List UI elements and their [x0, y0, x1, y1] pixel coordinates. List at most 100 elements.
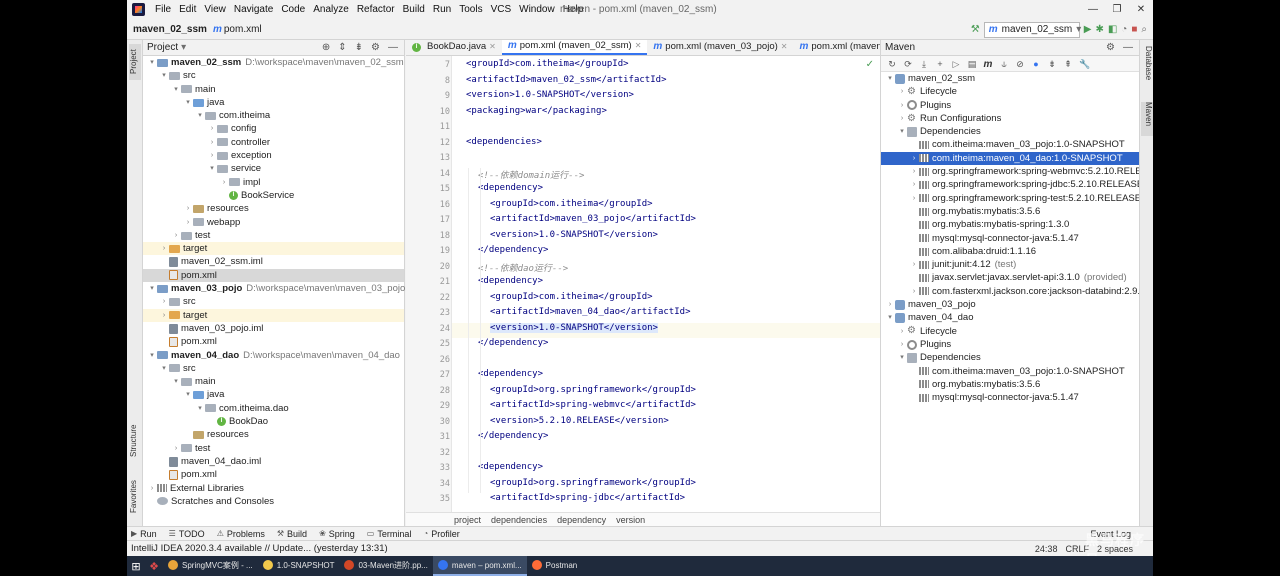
- menu-refactor[interactable]: Refactor: [353, 0, 399, 19]
- project-tree-item[interactable]: › target: [143, 242, 404, 256]
- chevron-right-icon[interactable]: ›: [159, 309, 169, 322]
- project-tree-item[interactable]: maven_04_dao.iml: [143, 455, 404, 468]
- project-tree-item[interactable]: › test: [143, 229, 404, 242]
- chevron-right-icon[interactable]: ›: [183, 202, 193, 215]
- menu-vcs[interactable]: VCS: [487, 0, 516, 19]
- hide-icon[interactable]: —: [388, 42, 398, 53]
- expand-all-icon[interactable]: ⇞: [1063, 59, 1073, 69]
- project-tree-item[interactable]: maven_02_ssm.iml: [143, 255, 404, 268]
- chevron-right-icon[interactable]: ›: [909, 165, 919, 178]
- project-tree-item[interactable]: › exception: [143, 149, 404, 162]
- close-tab-icon[interactable]: ✕: [489, 40, 496, 55]
- project-tree-item[interactable]: ▾ maven_02_ssm D:\workspace\maven\maven_02…: [143, 56, 404, 69]
- menu-code[interactable]: Code: [277, 0, 309, 19]
- chevron-right-icon[interactable]: ›: [897, 99, 907, 112]
- chevron-right-icon[interactable]: ›: [159, 242, 169, 255]
- project-tree-item[interactable]: Scratches and Consoles: [143, 495, 404, 508]
- chevron-down-icon[interactable]: ▾: [181, 42, 186, 53]
- project-tree-item[interactable]: ▾ com.itheima: [143, 109, 404, 122]
- project-tree-item[interactable]: › resources: [143, 202, 404, 215]
- chevron-down-icon[interactable]: ▾: [897, 125, 907, 138]
- chevron-right-icon[interactable]: ›: [897, 338, 907, 351]
- tool-window-problems[interactable]: ⚠ Problems: [213, 529, 273, 539]
- maven-tree-item[interactable]: com.alibaba:druid:1.1.16: [881, 245, 1139, 258]
- hide-icon[interactable]: —: [1123, 42, 1133, 53]
- code-line[interactable]: <artifactId>spring-webmvc</artifactId>: [490, 400, 696, 410]
- chevron-down-icon[interactable]: ▾: [159, 362, 169, 375]
- project-tree-item[interactable]: resources: [143, 428, 404, 441]
- chevron-right-icon[interactable]: ›: [207, 149, 217, 162]
- maven-tree-item[interactable]: ▾ maven_02_ssm: [881, 72, 1139, 85]
- code-line[interactable]: <groupId>com.itheima</groupId>: [490, 292, 653, 302]
- expand-all-icon[interactable]: ⇕: [338, 42, 346, 53]
- database-tool-tab[interactable]: Database: [1141, 46, 1153, 96]
- chevron-right-icon[interactable]: ›: [207, 122, 217, 135]
- stop-icon[interactable]: ■: [1131, 24, 1137, 35]
- download-icon[interactable]: ⤓: [919, 59, 929, 69]
- editor-tab[interactable]: m pom.xml (maven_02_ssm) ✕: [501, 40, 648, 55]
- maven-tree-item[interactable]: com.itheima:maven_03_pojo:1.0-SNAPSHOT: [881, 365, 1139, 378]
- menu-window[interactable]: Window: [515, 0, 559, 19]
- code-line[interactable]: <dependency>: [478, 276, 543, 286]
- taskbar-app[interactable]: 1.0-SNAPSHOT: [258, 556, 340, 576]
- maven-tree-item[interactable]: › org.springframework:spring-jdbc:5.2.10.…: [881, 178, 1143, 191]
- close-tab-icon[interactable]: ✕: [781, 40, 788, 55]
- maven-tree-item[interactable]: › Plugins: [881, 99, 1139, 112]
- maven-tree-item[interactable]: ▾ maven_04_dao: [881, 311, 1139, 324]
- project-tree-item[interactable]: pom.xml: [143, 468, 404, 481]
- skip-tests-icon[interactable]: ⊘: [1015, 59, 1025, 69]
- build-hammer-icon[interactable]: ⚒: [971, 24, 980, 35]
- menu-file[interactable]: File: [151, 0, 175, 19]
- project-tree-item[interactable]: ▾ service: [143, 162, 404, 175]
- menu-tools[interactable]: Tools: [455, 0, 486, 19]
- close-icon[interactable]: ✕: [1129, 0, 1153, 19]
- code-line[interactable]: </dependency>: [478, 245, 548, 255]
- maven-tree-item[interactable]: › ⚙ Lifecycle: [881, 85, 1139, 98]
- tool-window-build[interactable]: ⚒ Build: [273, 529, 315, 539]
- collapse-all-icon[interactable]: ⇟: [355, 42, 363, 53]
- maven-tool-tab[interactable]: Maven: [1141, 102, 1153, 136]
- run-goal-icon[interactable]: ▷: [951, 59, 961, 69]
- code-area[interactable]: ✓ 7 <groupId>com.itheima</groupId> 8 <artif…: [406, 56, 880, 512]
- code-line[interactable]: <version>5.2.10.RELEASE</version>: [490, 416, 669, 426]
- xml-breadcrumb[interactable]: project: [454, 515, 481, 525]
- gear-icon[interactable]: ⚙: [371, 42, 380, 53]
- chevron-down-icon[interactable]: ▾: [147, 349, 157, 362]
- chevron-down-icon[interactable]: ▾: [195, 109, 205, 122]
- collapse-all-icon[interactable]: ⇟: [1047, 59, 1057, 69]
- code-line[interactable]: <groupId>org.springframework</groupId>: [490, 478, 696, 488]
- code-line[interactable]: <dependencies>: [466, 137, 542, 147]
- close-tab-icon[interactable]: ✕: [635, 40, 642, 54]
- maven-tree-item[interactable]: › com.fasterxml.jackson.core:jackson-data…: [881, 285, 1146, 298]
- maven-goal-icon[interactable]: m: [983, 59, 993, 69]
- project-tree-item[interactable]: › impl: [143, 176, 404, 189]
- add-icon[interactable]: +: [935, 59, 945, 69]
- caret-position[interactable]: 24:38: [1035, 541, 1058, 556]
- maven-tree-item[interactable]: org.mybatis:mybatis:3.5.6: [881, 205, 1139, 218]
- project-tree-item[interactable]: ▾ java: [143, 388, 404, 401]
- code-line[interactable]: <version>1.0-SNAPSHOT</version>: [490, 230, 658, 240]
- chevron-right-icon[interactable]: ›: [909, 178, 919, 191]
- editor-tab[interactable]: I BookDao.java ✕: [406, 40, 502, 55]
- menu-analyze[interactable]: Analyze: [309, 0, 353, 19]
- project-tree-item[interactable]: ▾ maven_03_pojo D:\workspace\maven\maven_0…: [143, 282, 405, 295]
- code-line[interactable]: <artifactId>maven_03_pojo</artifactId>: [490, 214, 696, 224]
- tool-window-spring[interactable]: ❀ Spring: [315, 529, 363, 539]
- code-line[interactable]: <version>1.0-SNAPSHOT</version>: [490, 322, 658, 333]
- project-tree-item[interactable]: › External Libraries: [143, 482, 404, 495]
- project-tree-item[interactable]: pom.xml: [143, 268, 404, 283]
- code-line[interactable]: <dependency>: [478, 183, 543, 193]
- tool-window-todo[interactable]: ☰ TODO: [165, 529, 213, 539]
- project-tree-item[interactable]: ▾ com.itheima.dao: [143, 402, 404, 415]
- taskbar-app[interactable]: SpringMVC案例 - ...: [163, 556, 258, 576]
- xml-breadcrumb[interactable]: version: [616, 515, 645, 525]
- project-tree-item[interactable]: › test: [143, 442, 404, 455]
- run-icon[interactable]: ▶: [1084, 24, 1092, 35]
- xml-breadcrumb[interactable]: dependencies: [491, 515, 547, 525]
- maven-tree-item[interactable]: ▾ Dependencies: [881, 125, 1139, 138]
- project-tree-item[interactable]: › config: [143, 122, 404, 135]
- editor-tab[interactable]: m pom.xml (maven_03_pojo) ✕: [647, 40, 793, 55]
- project-tree-item[interactable]: maven_03_pojo.iml: [143, 322, 404, 335]
- chevron-down-icon[interactable]: ▾: [183, 388, 193, 401]
- chevron-right-icon[interactable]: ›: [207, 136, 217, 149]
